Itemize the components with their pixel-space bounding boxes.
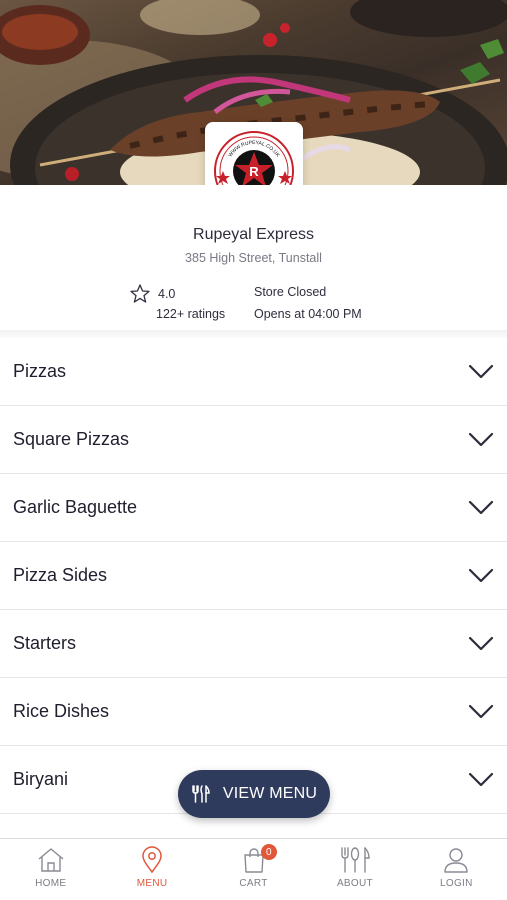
location-pin-icon (142, 846, 162, 874)
store-address: 385 High Street, Tunstall (185, 251, 322, 265)
chevron-down-icon (468, 704, 494, 718)
store-status: Store Closed (254, 285, 327, 299)
view-menu-button[interactable]: VIEW MENU (178, 770, 330, 818)
tab-home[interactable]: HOME (0, 839, 101, 900)
tab-login[interactable]: LOGIN (406, 839, 507, 900)
category-pizza-sides[interactable]: Pizza Sides (0, 542, 507, 610)
chevron-down-icon (468, 432, 494, 446)
store-opening-time: Opens at 04:00 PM (254, 307, 362, 321)
category-list: Pizzas Square Pizzas Garlic Baguette Piz… (0, 338, 507, 814)
chevron-down-icon (468, 772, 494, 786)
category-label: Pizzas (13, 361, 67, 381)
tab-label: CART (239, 878, 268, 889)
rating: 4.0 (130, 284, 175, 303)
home-icon (38, 848, 64, 872)
tab-label: ABOUT (336, 878, 373, 889)
category-label: Garlic Baguette (13, 497, 138, 517)
category-label: Pizza Sides (13, 565, 108, 585)
store-info: Rupeyal Express 385 High Street, Tunstal… (0, 185, 507, 340)
tab-label: HOME (35, 878, 67, 889)
category-garlic-baguette[interactable]: Garlic Baguette (0, 474, 507, 542)
category-label: Starters (13, 633, 77, 653)
view-menu-label: VIEW MENU (222, 785, 318, 802)
store-name: Rupeyal Express (193, 226, 314, 243)
rating-value: 4.0 (158, 286, 176, 301)
cart-count-badge: 0 (260, 844, 277, 860)
category-label: Rice Dishes (13, 701, 110, 721)
category-pizzas[interactable]: Pizzas (0, 338, 507, 406)
tab-label: MENU (136, 878, 168, 889)
category-label: Biryani (13, 769, 69, 789)
rating-count: 122+ ratings (156, 307, 226, 321)
category-rice-dishes[interactable]: Rice Dishes (0, 678, 507, 746)
chevron-down-icon (468, 636, 494, 650)
category-square-pizzas[interactable]: Square Pizzas (0, 406, 507, 474)
star-icon (130, 284, 150, 303)
tab-label: LOGIN (440, 878, 473, 889)
tab-menu[interactable]: MENU (101, 839, 202, 900)
user-icon (444, 848, 469, 873)
chevron-down-icon (468, 500, 494, 514)
cutlery-icon (192, 785, 210, 803)
tab-about[interactable]: ABOUT (304, 839, 405, 900)
logo-letter: R (249, 164, 259, 179)
category-starters[interactable]: Starters (0, 610, 507, 678)
chevron-down-icon (468, 364, 494, 378)
tab-cart[interactable]: 0 CART (203, 839, 304, 900)
chevron-down-icon (468, 568, 494, 582)
bottom-tab-bar: HOME MENU 0 CART ABOUT LOGIN (0, 838, 507, 900)
category-label: Square Pizzas (13, 429, 130, 449)
cutlery-icon (341, 847, 370, 873)
